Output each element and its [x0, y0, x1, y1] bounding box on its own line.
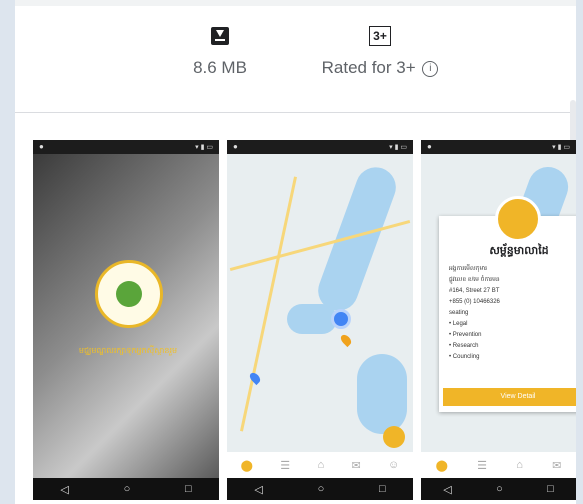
back-icon: ◁ — [254, 483, 263, 496]
tab-list-icon[interactable]: ☰ — [477, 459, 487, 472]
back-icon: ◁ — [443, 483, 452, 496]
status-left-icon: ● — [39, 142, 44, 151]
org-title: សម្ព័ន្ធមាលាដៃ — [489, 245, 549, 257]
organization-card: សម្ព័ន្ធមាលាដៃ អង្គការមើលកុមារ ផ្លូវលេខ … — [439, 196, 576, 412]
org-details: អង្គការមើលកុមារ ផ្លូវលេខ ខ/មេ ចំការមន #1… — [449, 264, 500, 363]
home-icon: ○ — [123, 483, 131, 495]
back-icon: ◁ — [60, 483, 69, 496]
status-icons: ▾ ▮ ▭ — [552, 144, 570, 151]
org-detail-line: seating — [449, 310, 469, 316]
org-detail-line: អង្គការមើលកុមារ — [449, 266, 488, 272]
right-frame — [576, 0, 583, 504]
home-icon: ○ — [496, 483, 503, 495]
android-navbar: ◁ ○ □ — [227, 478, 413, 500]
map-view[interactable] — [227, 154, 413, 478]
bottom-tabbar[interactable]: ⬤ ☰ ⌂ ✉ — [421, 452, 576, 478]
tab-map-icon[interactable]: ⬤ — [436, 459, 448, 472]
content-rating-stat[interactable]: 3+ Rated for 3+ i — [310, 24, 450, 78]
org-detail-line: • Prevention — [449, 332, 482, 338]
tab-map-icon[interactable]: ⬤ — [241, 459, 253, 472]
tab-list-icon[interactable]: ☰ — [280, 459, 290, 472]
left-frame — [0, 0, 15, 504]
status-icons: ▾ ▮ ▭ — [389, 144, 407, 151]
screenshot-2[interactable]: ● ▾ ▮ ▭ ⬤ ☰ ⌂ ✉ ☺ ◁ ○ □ — [227, 140, 413, 500]
download-size-value: 8.6 MB — [193, 58, 247, 77]
status-bar: ● ▾ ▮ ▭ — [33, 140, 219, 154]
rating-text: Rated for 3+ — [321, 58, 416, 77]
status-left-icon: ● — [233, 142, 238, 151]
org-detail-line: #164, Street 27 BT — [449, 288, 500, 294]
road — [229, 219, 411, 272]
android-navbar: ◁ ○ □ — [33, 478, 219, 500]
lake — [357, 354, 407, 434]
tab-chat-icon[interactable]: ✉ — [552, 459, 561, 472]
road — [240, 176, 297, 432]
lake — [287, 304, 337, 334]
recents-icon: □ — [378, 483, 386, 495]
splash-subtitle: មជ្ឈមណ្ឌលរក្សាទុកអ្នកស៊ីស្ថានរួម — [78, 346, 178, 355]
map-action-button[interactable] — [383, 426, 405, 448]
tab-people-icon[interactable]: ☺ — [388, 459, 399, 471]
download-icon — [211, 27, 229, 45]
recents-icon: □ — [547, 483, 554, 495]
screenshot-3[interactable]: ● ▾ ▮ ▭ សម្ព័ន្ធមាលាដៃ អង្គការមើលកុមារ ផ… — [421, 140, 576, 500]
status-bar: ● ▾ ▮ ▭ — [227, 140, 413, 154]
screenshot-1[interactable]: ● ▾ ▮ ▭ មជ្ឈមណ្ឌលរក្សាទុកអ្នកស៊ីស្ថានរួម… — [33, 140, 219, 500]
rating-badge-icon: 3+ — [369, 26, 391, 46]
org-logo — [495, 196, 541, 242]
home-icon: ○ — [317, 483, 325, 495]
river — [312, 161, 402, 317]
status-icons: ▾ ▮ ▭ — [195, 144, 213, 151]
status-bar: ● ▾ ▮ ▭ — [421, 140, 576, 154]
download-size-stat: 8.6 MB — [170, 24, 270, 78]
view-detail-button[interactable]: View Detail — [443, 388, 576, 406]
map-marker[interactable] — [338, 332, 354, 348]
app-logo — [95, 260, 163, 328]
tab-chat-icon[interactable]: ✉ — [351, 459, 360, 472]
org-detail-line: • Legal — [449, 321, 468, 327]
tab-org-icon[interactable]: ⌂ — [318, 459, 325, 471]
status-left-icon: ● — [427, 142, 432, 151]
bottom-tabbar[interactable]: ⬤ ☰ ⌂ ✉ ☺ — [227, 452, 413, 478]
top-strip — [15, 0, 576, 6]
org-detail-line: • Research — [449, 343, 479, 349]
android-navbar: ◁ ○ □ — [421, 478, 576, 500]
location-pin[interactable] — [331, 309, 351, 329]
info-icon[interactable]: i — [422, 60, 439, 77]
org-detail-line: ផ្លូវលេខ ខ/មេ ចំការមន — [449, 277, 500, 283]
recents-icon: □ — [184, 483, 192, 495]
org-detail-line: +855 (0) 10466326 — [449, 299, 500, 305]
org-detail-line: • Councling — [449, 354, 480, 360]
tab-org-icon[interactable]: ⌂ — [516, 459, 523, 471]
section-divider — [15, 112, 576, 113]
